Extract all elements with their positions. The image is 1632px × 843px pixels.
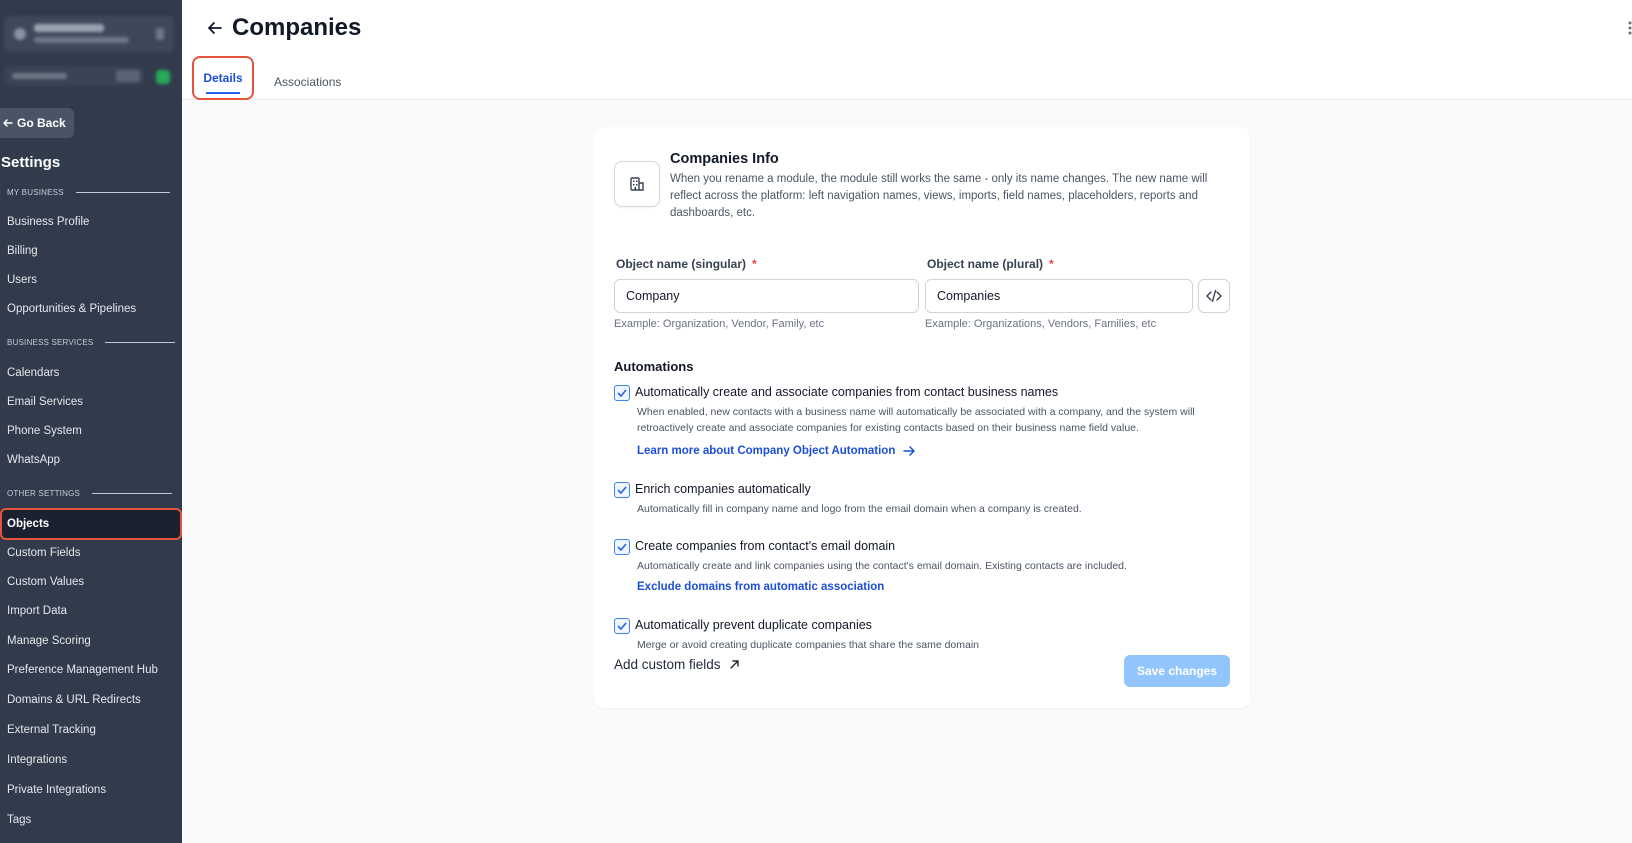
email-domain-label: Create companies from contact's email do… (635, 539, 896, 553)
sidebar-item-external-tracking[interactable]: External Tracking (7, 724, 96, 736)
singular-name-input[interactable]: Company (614, 279, 919, 313)
auto-create-desc: When enabled, new contacts with a busine… (637, 406, 1195, 434)
save-changes-button[interactable]: Save changes (1124, 655, 1230, 687)
account-switcher[interactable] (4, 16, 174, 52)
exclude-domains-link[interactable]: Exclude domains from automatic associati… (637, 581, 884, 593)
tab-associations[interactable]: Associations (274, 75, 341, 89)
sidebar-item-domains[interactable]: Domains & URL Redirects (7, 694, 141, 706)
code-icon (1206, 289, 1222, 303)
shortcut-badge (116, 70, 140, 82)
required-mark: * (752, 257, 757, 271)
sidebar-item-whatsapp[interactable]: WhatsApp (7, 454, 60, 466)
plural-hint: Example: Organizations, Vendors, Familie… (925, 318, 1157, 330)
go-back-button[interactable]: Go Back (0, 108, 74, 138)
more-options-icon[interactable] (1628, 20, 1632, 36)
sidebar-item-calendars[interactable]: Calendars (7, 367, 59, 379)
sidebar-item-users[interactable]: Users (7, 274, 37, 286)
card-title: Companies Info (670, 151, 779, 167)
sidebar-item-label: Objects (7, 518, 50, 530)
sidebar-item-tags[interactable]: Tags (7, 814, 31, 826)
account-avatar (14, 28, 26, 40)
sidebar-item-opportunities[interactable]: Opportunities & Pipelines (7, 303, 136, 315)
building-icon (614, 161, 660, 207)
sidebar-item-custom-values[interactable]: Custom Values (7, 576, 84, 588)
prevent-duplicates-label: Automatically prevent duplicate companie… (635, 618, 872, 632)
chevron-icon (156, 28, 164, 40)
go-back-label: Go Back (17, 116, 66, 130)
learn-more-link[interactable]: Learn more about Company Object Automati… (637, 445, 916, 457)
section-other-settings: OTHER SETTINGS (7, 489, 173, 498)
auto-create-label: Automatically create and associate compa… (635, 385, 1059, 399)
code-button[interactable] (1198, 279, 1230, 313)
automations-title: Automations (614, 359, 694, 374)
sidebar-item-phone-system[interactable]: Phone System (7, 425, 82, 437)
email-domain-checkbox[interactable] (614, 539, 630, 555)
check-icon (617, 543, 627, 551)
add-custom-fields-link[interactable]: Add custom fields (614, 657, 740, 672)
plural-name-input[interactable]: Companies (925, 279, 1193, 313)
singular-label: Object name (singular) * (616, 257, 757, 271)
arrow-right-icon (903, 446, 916, 456)
enrich-checkbox[interactable] (614, 482, 630, 498)
external-arrow-icon (729, 660, 739, 669)
tab-details[interactable]: Details (192, 56, 254, 100)
page-header: Companies Details Associations (182, 0, 1632, 100)
singular-hint: Example: Organization, Vendor, Family, e… (614, 318, 825, 330)
required-mark: * (1049, 257, 1054, 271)
plural-label: Object name (plural) * (927, 257, 1054, 271)
section-business-services: BUSINESS SERVICES (7, 338, 176, 347)
settings-title: Settings (1, 154, 61, 171)
sidebar-item-integrations[interactable]: Integrations (7, 754, 67, 766)
sidebar-search[interactable] (4, 66, 144, 86)
sidebar-item-import-data[interactable]: Import Data (7, 605, 67, 617)
page-title: Companies (232, 14, 362, 41)
sidebar-item-objects[interactable]: Objects (0, 508, 182, 540)
auto-create-checkbox[interactable] (614, 385, 630, 401)
arrow-left-icon (3, 119, 13, 127)
check-icon (617, 486, 627, 494)
companies-info-card: Companies Info When you rename a module,… (594, 127, 1250, 708)
prevent-duplicates-desc: Merge or avoid creating duplicate compan… (637, 639, 980, 651)
sidebar-item-custom-fields[interactable]: Custom Fields (7, 547, 81, 559)
sidebar-item-email-services[interactable]: Email Services (7, 396, 83, 408)
enrich-desc: Automatically fill in company name and l… (637, 503, 1082, 515)
sidebar-item-preference-hub[interactable]: Preference Management Hub (7, 664, 158, 676)
sidebar-item-manage-scoring[interactable]: Manage Scoring (7, 635, 91, 647)
section-my-business: MY BUSINESS (7, 188, 170, 197)
enrich-label: Enrich companies automatically (635, 482, 811, 496)
sidebar-item-business-profile[interactable]: Business Profile (7, 216, 89, 228)
arrow-left-icon[interactable] (206, 19, 224, 37)
sidebar-item-private-integrations[interactable]: Private Integrations (7, 784, 106, 796)
check-icon (617, 389, 627, 397)
check-icon (617, 622, 627, 630)
prevent-duplicates-checkbox[interactable] (614, 618, 630, 634)
quick-action-icon[interactable] (156, 70, 170, 84)
sidebar: Go Back Settings MY BUSINESS Business Pr… (0, 0, 182, 843)
sidebar-item-billing[interactable]: Billing (7, 245, 38, 257)
card-description: When you rename a module, the module sti… (670, 173, 1208, 219)
email-domain-desc: Automatically create and link companies … (637, 560, 1127, 572)
